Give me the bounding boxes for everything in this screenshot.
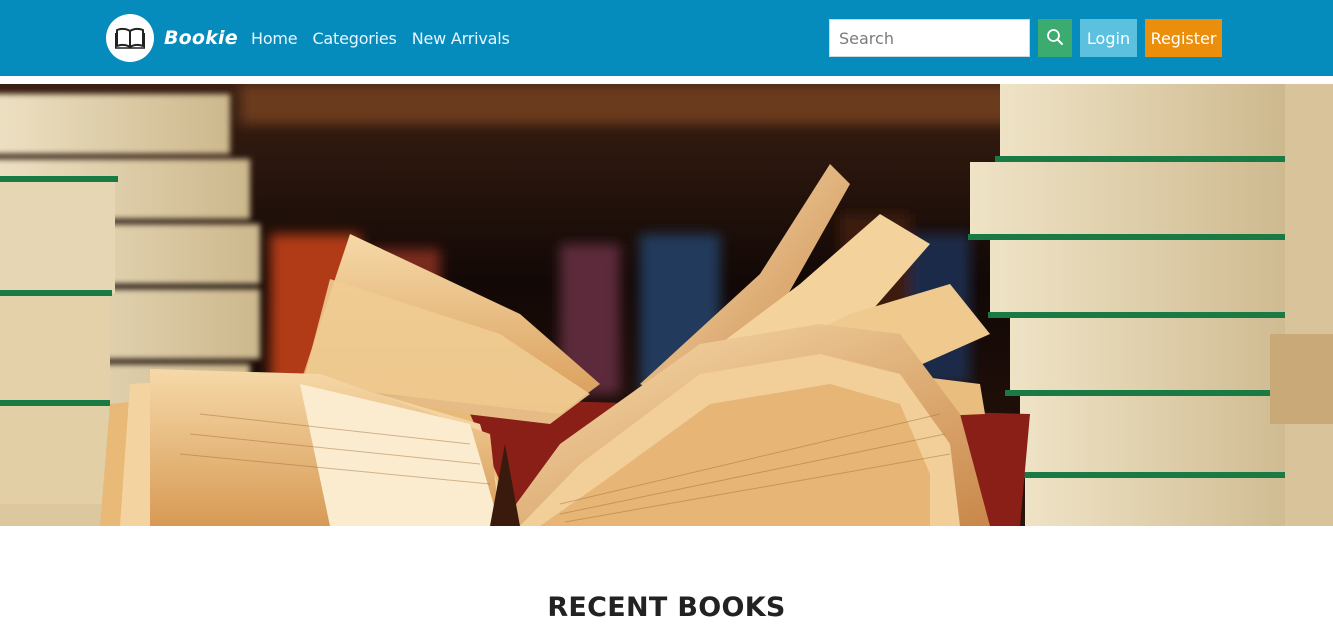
- search-button[interactable]: [1038, 19, 1072, 57]
- navbar: Bookie Home Categories New Arrivals Logi…: [0, 0, 1333, 76]
- search-icon: [1046, 28, 1064, 49]
- hero-banner-image: [0, 84, 1333, 526]
- nav-link-categories[interactable]: Categories: [312, 29, 396, 48]
- main-nav: Home Categories New Arrivals: [251, 13, 525, 63]
- search-input[interactable]: [829, 19, 1030, 57]
- open-book-icon: [106, 14, 154, 62]
- brand-name: Bookie: [164, 27, 238, 49]
- section-title: RECENT BOOKS: [547, 592, 786, 624]
- brand-link[interactable]: Bookie: [106, 13, 238, 63]
- register-button[interactable]: Register: [1145, 19, 1222, 57]
- navbar-actions: Login Register: [829, 19, 1222, 57]
- login-button[interactable]: Login: [1080, 19, 1137, 57]
- nav-link-new-arrivals[interactable]: New Arrivals: [412, 29, 510, 48]
- nav-link-home[interactable]: Home: [251, 29, 298, 48]
- navbar-container: Bookie Home Categories New Arrivals Logi…: [106, 13, 1222, 63]
